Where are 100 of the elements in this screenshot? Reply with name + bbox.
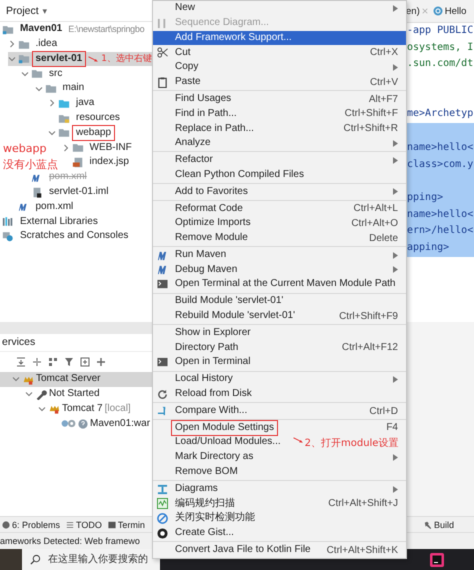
menu-item[interactable]: Copy [153, 60, 406, 75]
location-hint: [local] [104, 403, 131, 414]
tree-item[interactable]: servlet-01.iml [21, 184, 154, 200]
annotation-arrow [88, 54, 100, 63]
menu-item[interactable]: Diagrams [153, 482, 406, 496]
tree-item[interactable]: Scratches and Consoles [2, 229, 154, 244]
collapse-all-icon[interactable] [32, 357, 42, 367]
menu-item[interactable]: Open Module Settings F4 [153, 420, 406, 436]
tool-window-button[interactable]: Build [424, 520, 454, 530]
menu-item[interactable]: Compare With... Ctrl+D [153, 404, 406, 419]
menu-item[interactable]: Replace in Path... Ctrl+Shift+R [153, 121, 406, 136]
expand-chevron-icon[interactable] [8, 54, 16, 63]
expand-chevron-icon[interactable] [48, 128, 56, 137]
collapse-chevron-icon[interactable] [48, 99, 56, 108]
collapse-chevron-icon[interactable] [8, 40, 16, 48]
menu-item[interactable]: Mark Directory as [153, 450, 406, 465]
menu-item[interactable]: Rebuild Module 'servlet-01' Ctrl+Shift+F9 [153, 308, 406, 324]
menu-label: Add Framework Support... [175, 32, 292, 44]
tree-item[interactable]: Maven01 E:\newstart\springbo [2, 22, 154, 37]
menu-item[interactable]: Cut Ctrl+X [153, 45, 406, 60]
tree-item[interactable]: index.jsp [62, 155, 154, 170]
tree-item[interactable]: servlet-01 1、选中右键 [8, 52, 154, 66]
menu-item[interactable]: Directory Path Ctrl+Alt+F12 [153, 340, 406, 356]
shortcut-label: Ctrl+V [370, 76, 398, 88]
start-tile[interactable] [0, 549, 22, 570]
expand-chevron-icon[interactable] [25, 390, 33, 398]
expand-chevron-icon[interactable] [38, 404, 46, 413]
tree-item[interactable]: main [34, 81, 154, 96]
menu-item[interactable]: Build Module 'servlet-01' [153, 294, 406, 309]
menu-item[interactable]: Run Maven [153, 248, 406, 263]
menu-item[interactable]: Reformat Code Ctrl+Alt+L [153, 201, 406, 216]
menu-item[interactable]: Analyze [153, 136, 406, 151]
menu-item[interactable]: New [153, 1, 406, 16]
menu-label: 编码规约扫描 [175, 498, 235, 510]
tool-window-button[interactable]: Termin [108, 520, 145, 530]
menu-item[interactable]: Add to Favorites [153, 184, 406, 200]
dropdown-caret[interactable]: ▾ [42, 6, 48, 16]
app-icon[interactable] [430, 552, 444, 566]
tree-item[interactable]: java [48, 96, 154, 111]
menu-item[interactable]: Show in Explorer [153, 326, 406, 341]
menu-label: Cut [175, 48, 191, 58]
menu-label: Reload from Disk [175, 389, 252, 400]
item-label: Maven01 [20, 24, 62, 35]
service-item[interactable]: Maven01:war [0, 416, 155, 432]
service-item[interactable]: Not Started [0, 386, 155, 402]
menu-label: Open Module Settings [175, 422, 274, 434]
folder-icon [58, 98, 70, 109]
tree-item[interactable]: webapp [48, 126, 154, 140]
menu-item[interactable]: Find in Path... Ctrl+Shift+F [153, 106, 406, 122]
menu-item[interactable]: 编码规约扫描 Ctrl+Alt+Shift+J [153, 496, 406, 512]
menu-item[interactable]: Add Framework Support... [153, 30, 406, 46]
group-icon[interactable] [48, 357, 58, 367]
menu-item[interactable]: Optimize Imports Ctrl+Alt+O [153, 216, 406, 231]
menu-item[interactable]: Remove BOM [153, 464, 406, 480]
menu-label: Copy [175, 62, 198, 73]
menu-item[interactable]: Create Gist... [153, 526, 406, 541]
shortcut-label: F4 [386, 422, 398, 434]
editor-tab[interactable]: Hello [432, 6, 466, 16]
menu-item[interactable]: Debug Maven [153, 262, 406, 278]
add-frame-icon[interactable] [80, 357, 90, 367]
add-icon[interactable] [96, 357, 106, 367]
menu-item[interactable]: Load/Unload Modules... 2、打开module设置 [153, 435, 406, 450]
code-line: osystems, I [406, 40, 474, 55]
tree-item[interactable]: External Libraries [2, 214, 154, 230]
tool-window-button[interactable]: 6: Problems [2, 520, 60, 530]
expand-chevron-icon[interactable] [21, 70, 29, 78]
menu-item[interactable]: Open Terminal at the Current Maven Module Path [153, 277, 406, 292]
expand-chevron-icon[interactable] [34, 84, 42, 93]
scratch-file-icon [2, 231, 14, 242]
menu-item[interactable]: 关闭实时检测功能 [153, 511, 406, 526]
menu-item[interactable]: Find Usages Alt+F7 [153, 92, 406, 107]
tree-item[interactable]: WEB-INF [62, 140, 154, 156]
menu-item[interactable]: Local History [153, 372, 406, 387]
menu-label: Diagrams [175, 484, 218, 494]
menu-item[interactable]: Remove Module Delete [153, 230, 406, 246]
annotation-note: 没有小蓝点 [3, 157, 58, 172]
menu-item[interactable]: Open in Terminal [153, 355, 406, 370]
shortcut-label: Alt+F7 [368, 94, 398, 105]
menu-item[interactable]: Clean Python Compiled Files [153, 168, 406, 183]
menu-label: Build Module 'servlet-01' [175, 296, 284, 307]
code-line: -app PUBLIC [406, 24, 474, 38]
tree-item[interactable]: pom.xml [8, 200, 154, 214]
wrench-icon [35, 388, 47, 400]
menu-label: Clean Python Compiled Files [175, 170, 304, 180]
tree-item[interactable]: .idea [8, 36, 154, 52]
filter-icon[interactable] [64, 357, 74, 367]
menu-item[interactable]: Refactor [153, 152, 406, 168]
expand-all-icon[interactable] [16, 357, 26, 367]
menu-item[interactable]: Paste Ctrl+V [153, 74, 406, 90]
panel-title[interactable]: Project [6, 4, 39, 16]
collapse-chevron-icon[interactable] [62, 144, 70, 152]
service-item[interactable]: Tomcat 7 [local] [0, 402, 155, 416]
folder-icon [72, 142, 84, 154]
expand-chevron-icon[interactable] [12, 375, 20, 384]
service-item[interactable]: Tomcat Server [0, 372, 155, 387]
tool-window-button[interactable]: TODO [66, 520, 102, 530]
tree-item[interactable]: src [21, 66, 154, 82]
menu-item[interactable]: Reload from Disk [153, 386, 406, 402]
tree-item[interactable]: resources [48, 110, 154, 126]
search-field[interactable]: 在这里输入你要搜索的 [22, 549, 160, 570]
